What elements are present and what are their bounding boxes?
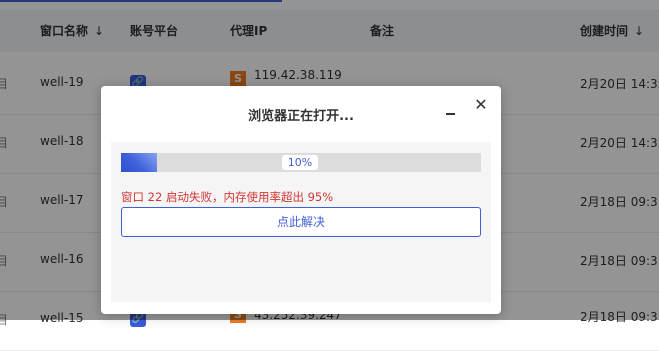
progress-percentage: 10% xyxy=(282,155,318,170)
progress-bar-fill xyxy=(121,153,157,172)
minimize-icon-bar xyxy=(446,113,455,115)
error-message: 窗口 22 启动失败，内存使用率超出 95% xyxy=(121,190,334,204)
resolve-button[interactable]: 点此解决 xyxy=(121,207,481,237)
dialog-title: 浏览器正在打开... xyxy=(248,109,354,124)
progress-bar: 10% xyxy=(121,153,481,172)
browser-opening-dialog: 浏览器正在打开... ✕ 10% 窗口 22 启动失败，内存使用率超出 95% … xyxy=(101,86,501,314)
dialog-body: 10% 窗口 22 启动失败，内存使用率超出 95% 点此解决 xyxy=(111,142,491,302)
close-icon[interactable]: ✕ xyxy=(473,96,489,114)
minimize-icon[interactable] xyxy=(444,100,458,116)
